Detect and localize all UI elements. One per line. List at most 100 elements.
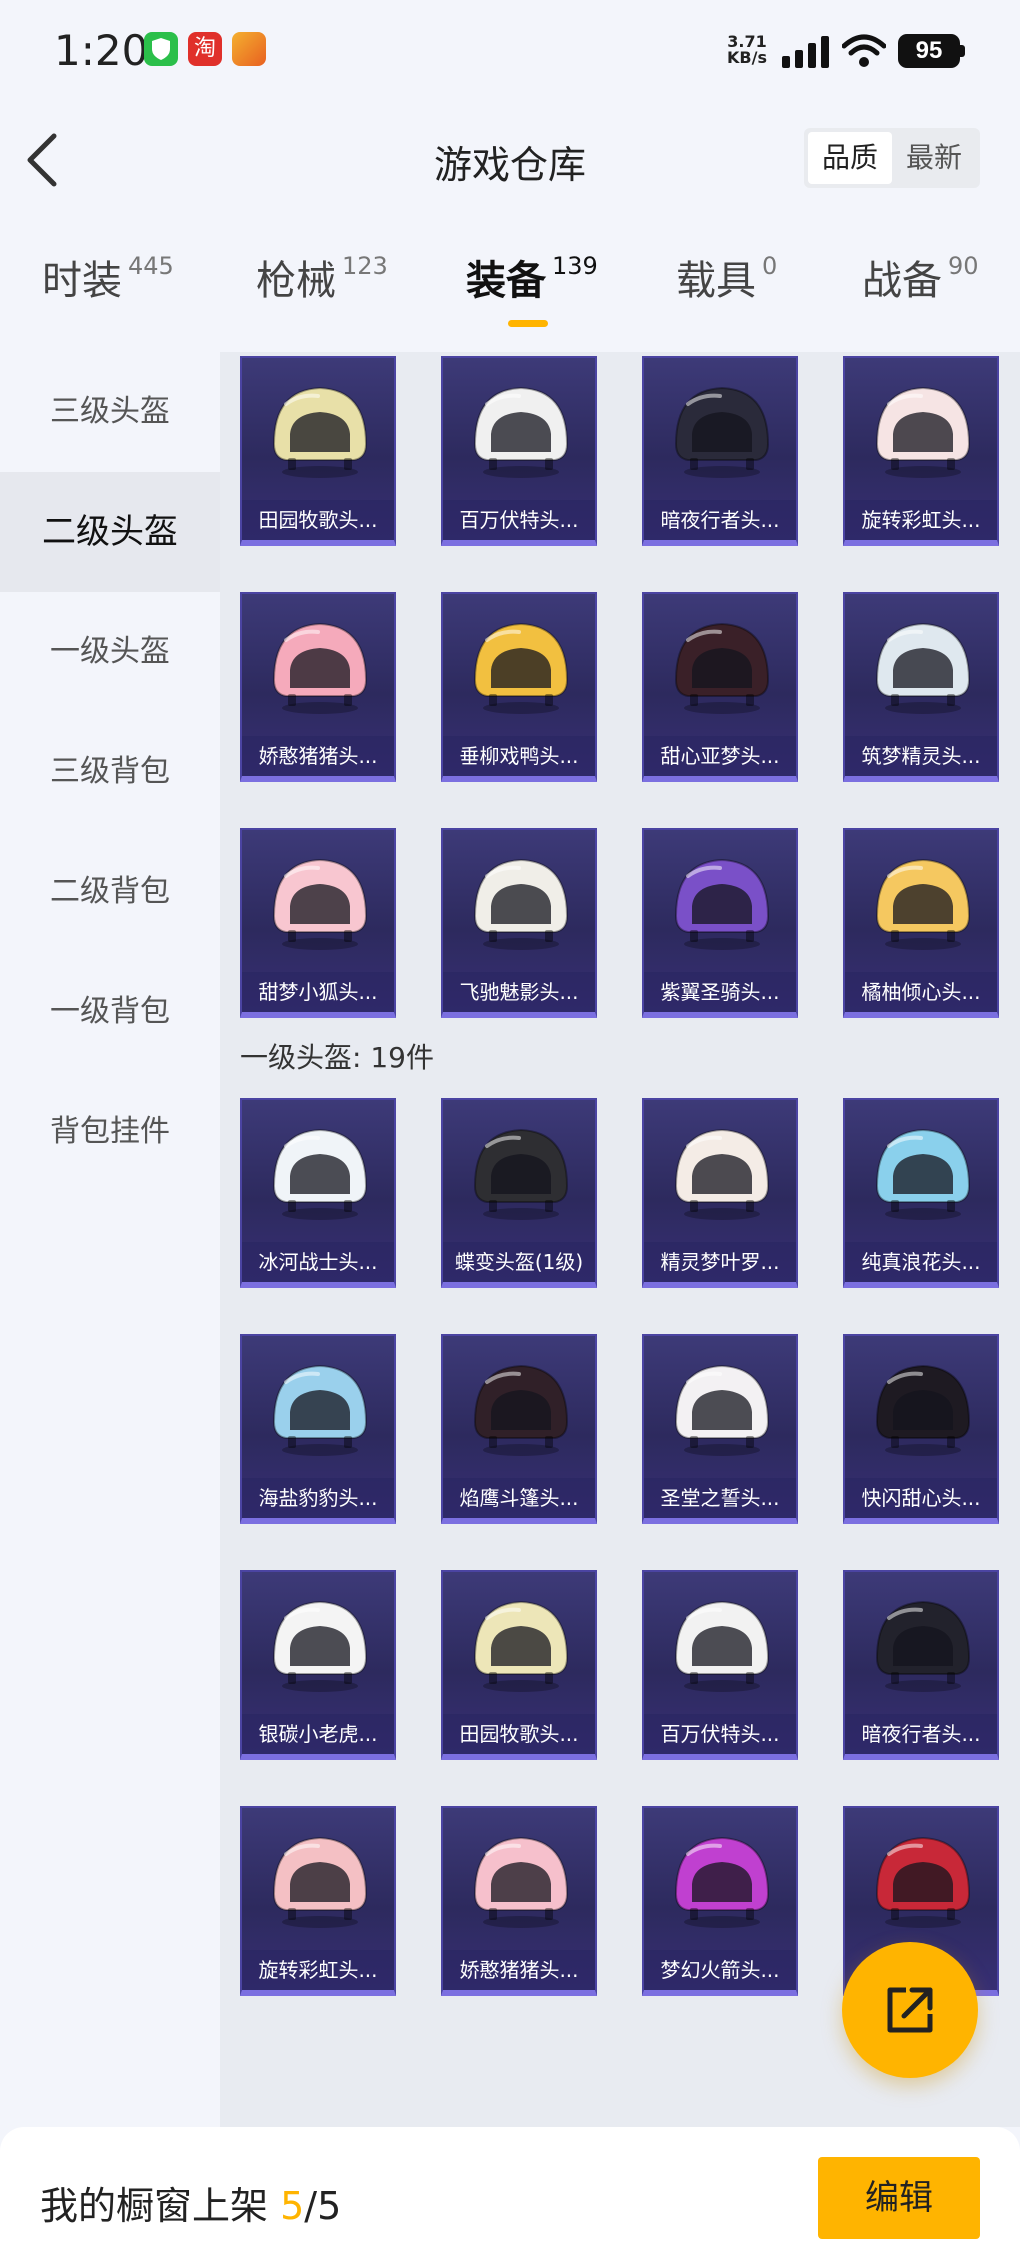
- item-card[interactable]: 圣堂之誓头...: [642, 1334, 798, 1524]
- item-card[interactable]: 精灵梦叶罗...: [642, 1098, 798, 1288]
- item-card[interactable]: 银碳小老虎...: [240, 1570, 396, 1760]
- item-card[interactable]: 垂柳戏鸭头...: [441, 592, 597, 782]
- item-card[interactable]: 暗夜行者头...: [642, 356, 798, 546]
- edit-button[interactable]: 编辑: [818, 2157, 980, 2239]
- item-grid: 田园牧歌头... 百万伏特头... 暗夜行者头... 旋转彩虹头... 娇憨猪猪头...…: [220, 352, 1020, 2127]
- helmet-icon: [473, 1600, 569, 1692]
- item-card[interactable]: 百万伏特头...: [642, 1570, 798, 1760]
- sidebar-item-backpack-charm[interactable]: 背包挂件: [0, 1072, 220, 1192]
- helmet-icon: [272, 622, 368, 714]
- item-card[interactable]: 梦幻火箭头...: [642, 1806, 798, 1996]
- item-card[interactable]: 甜心亚梦头...: [642, 592, 798, 782]
- helmet-icon: [674, 1600, 770, 1692]
- tab-supplies[interactable]: 战备 90: [862, 248, 979, 306]
- helmet-icon: [272, 1364, 368, 1456]
- helmet-icon: [875, 858, 971, 950]
- item-card-label: 甜梦小狐头...: [242, 972, 394, 1012]
- item-card[interactable]: 暗夜行者头...: [843, 1570, 999, 1760]
- item-card-label: 百万伏特头...: [644, 1714, 796, 1754]
- share-button[interactable]: [842, 1942, 978, 2078]
- showcase-status: 我的橱窗上架 5/5: [40, 2184, 342, 2228]
- sort-option-quality[interactable]: 品质: [808, 132, 892, 184]
- helmet-icon: [473, 1836, 569, 1928]
- battery-tip: [960, 45, 965, 57]
- tab-equipment[interactable]: 装备 139: [466, 248, 598, 306]
- tab-fashion[interactable]: 时装 445: [42, 248, 174, 306]
- item-card[interactable]: 甜梦小狐头...: [240, 828, 396, 1018]
- sidebar: 三级头盔 二级头盔 一级头盔 三级背包 二级背包 一级背包 背包挂件: [0, 352, 220, 2127]
- item-card[interactable]: 蝶变头盔(1级): [441, 1098, 597, 1288]
- item-card[interactable]: 田园牧歌头...: [441, 1570, 597, 1760]
- helmet-icon: [875, 1128, 971, 1220]
- item-card-label: 纯真浪花头...: [845, 1242, 997, 1282]
- sidebar-item-level3-helmet[interactable]: 三级头盔: [0, 352, 220, 472]
- helmet-icon: [875, 1836, 971, 1928]
- tab-guns[interactable]: 枪械 123: [256, 248, 388, 306]
- item-card[interactable]: 筑梦精灵头...: [843, 592, 999, 782]
- item-card-label: 紫翼圣骑头...: [644, 972, 796, 1012]
- item-card[interactable]: 快闪甜心头...: [843, 1334, 999, 1524]
- sort-option-newest[interactable]: 最新: [892, 132, 976, 184]
- helmet-icon: [674, 622, 770, 714]
- item-card-label: 旋转彩虹头...: [242, 1950, 394, 1990]
- item-card[interactable]: 旋转彩虹头...: [240, 1806, 396, 1996]
- item-card-label: 垂柳戏鸭头...: [443, 736, 595, 776]
- item-card[interactable]: 田园牧歌头...: [240, 356, 396, 546]
- item-card[interactable]: 娇憨猪猪头...: [441, 1806, 597, 1996]
- item-card[interactable]: 橘柚倾心头...: [843, 828, 999, 1018]
- item-card-label: 圣堂之誓头...: [644, 1478, 796, 1518]
- sidebar-item-level1-backpack[interactable]: 一级背包: [0, 952, 220, 1072]
- item-card[interactable]: 百万伏特头...: [441, 356, 597, 546]
- helmet-icon: [674, 858, 770, 950]
- item-card-label: 田园牧歌头...: [443, 1714, 595, 1754]
- bottom-bar: 我的橱窗上架 5/5 编辑: [0, 2127, 1020, 2267]
- game-app-icon: [232, 32, 266, 66]
- wifi-icon: [842, 34, 886, 67]
- helmet-icon: [674, 386, 770, 478]
- item-card[interactable]: 紫翼圣骑头...: [642, 828, 798, 1018]
- sidebar-item-level2-backpack[interactable]: 二级背包: [0, 832, 220, 952]
- item-card-label: 蝶变头盔(1级): [443, 1242, 595, 1282]
- item-card-label: 暗夜行者头...: [644, 500, 796, 540]
- item-card[interactable]: 冰河战士头...: [240, 1098, 396, 1288]
- item-card-label: 海盐豹豹头...: [242, 1478, 394, 1518]
- network-speed: 3.71 KB/s: [727, 32, 767, 67]
- sidebar-item-level2-helmet[interactable]: 二级头盔: [0, 472, 220, 592]
- helmet-icon: [473, 386, 569, 478]
- sort-toggle: 品质 最新: [804, 128, 980, 188]
- item-card-label: 飞驰魅影头...: [443, 972, 595, 1012]
- category-tabs: 时装 445 枪械 123 装备 139 载具 0 战备 90: [0, 248, 1020, 340]
- helmet-icon: [473, 1128, 569, 1220]
- sidebar-item-level3-backpack[interactable]: 三级背包: [0, 712, 220, 832]
- helmet-icon: [674, 1836, 770, 1928]
- shield-app-icon: [144, 32, 178, 66]
- item-card[interactable]: 旋转彩虹头...: [843, 356, 999, 546]
- taobao-app-icon: 淘: [188, 32, 222, 66]
- item-card[interactable]: 娇憨猪猪头...: [240, 592, 396, 782]
- item-card-label: 筑梦精灵头...: [845, 736, 997, 776]
- item-card-label: 田园牧歌头...: [242, 500, 394, 540]
- helmet-icon: [272, 1836, 368, 1928]
- helmet-icon: [875, 386, 971, 478]
- item-card[interactable]: 焰鹰斗篷头...: [441, 1334, 597, 1524]
- header: 游戏仓库 品质 最新: [0, 100, 1020, 220]
- helmet-icon: [473, 1364, 569, 1456]
- status-bar: 1:20 淘 3.71 KB/s 95: [0, 0, 1020, 100]
- helmet-icon: [473, 622, 569, 714]
- item-card-label: 娇憨猪猪头...: [242, 736, 394, 776]
- item-card-label: 甜心亚梦头...: [644, 736, 796, 776]
- item-card-label: 娇憨猪猪头...: [443, 1950, 595, 1990]
- item-card-label: 梦幻火箭头...: [644, 1950, 796, 1990]
- showcase-used-count: 5: [280, 2184, 305, 2228]
- helmet-icon: [272, 858, 368, 950]
- helmet-icon: [272, 1128, 368, 1220]
- item-card-label: 冰河战士头...: [242, 1242, 394, 1282]
- item-card-label: 暗夜行者头...: [845, 1714, 997, 1754]
- item-card[interactable]: 纯真浪花头...: [843, 1098, 999, 1288]
- sidebar-item-level1-helmet[interactable]: 一级头盔: [0, 592, 220, 712]
- item-card-label: 精灵梦叶罗...: [644, 1242, 796, 1282]
- item-card[interactable]: 海盐豹豹头...: [240, 1334, 396, 1524]
- item-card[interactable]: 飞驰魅影头...: [441, 828, 597, 1018]
- helmet-icon: [674, 1364, 770, 1456]
- tab-vehicles[interactable]: 载具 0: [676, 248, 777, 306]
